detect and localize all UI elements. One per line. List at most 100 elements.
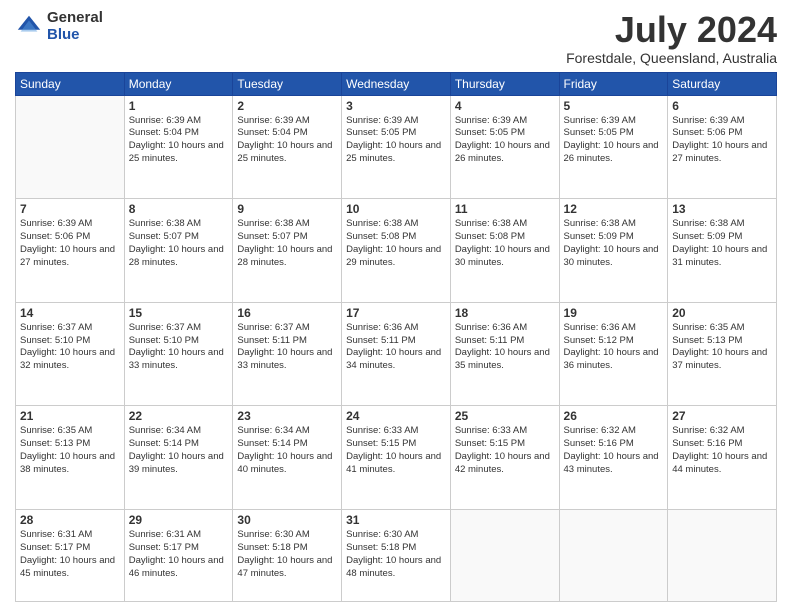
calendar-cell: [668, 510, 777, 602]
day-number: 20: [672, 306, 772, 320]
day-info: Sunrise: 6:38 AM Sunset: 5:07 PM Dayligh…: [129, 218, 229, 269]
day-info: Sunrise: 6:30 AM Sunset: 5:18 PM Dayligh…: [237, 529, 337, 580]
calendar-week-row: 21 Sunrise: 6:35 AM Sunset: 5:13 PM Dayli…: [16, 406, 777, 510]
calendar-cell: 27 Sunrise: 6:32 AM Sunset: 5:16 PM Dayli…: [668, 406, 777, 510]
month-year: July 2024: [566, 10, 777, 50]
day-info: Sunrise: 6:33 AM Sunset: 5:15 PM Dayligh…: [346, 425, 446, 476]
calendar-cell: 31Sunrise: 6:30 AM Sunset: 5:18 PM Dayli…: [342, 510, 451, 602]
calendar-cell: 3Sunrise: 6:39 AM Sunset: 5:05 PM Daylig…: [342, 95, 451, 199]
day-info: Sunrise: 6:32 AM Sunset: 5:16 PM Dayligh…: [564, 425, 664, 476]
calendar-cell: 9 Sunrise: 6:38 AM Sunset: 5:07 PM Daylig…: [233, 199, 342, 303]
day-number: 17: [346, 306, 446, 320]
day-info: Sunrise: 6:35 AM Sunset: 5:13 PM Dayligh…: [20, 425, 120, 476]
calendar-cell: 2 Sunrise: 6:39 AM Sunset: 5:04 PM Daylig…: [233, 95, 342, 199]
day-info: Sunrise: 6:39 AM Sunset: 5:05 PM Dayligh…: [564, 115, 664, 166]
calendar-table: SundayMondayTuesdayWednesdayThursdayFrid…: [15, 72, 777, 602]
calendar-header-friday: Friday: [559, 72, 668, 95]
calendar-cell: 24 Sunrise: 6:33 AM Sunset: 5:15 PM Dayli…: [342, 406, 451, 510]
day-info: Sunrise: 6:36 AM Sunset: 5:11 PM Dayligh…: [455, 322, 555, 373]
calendar-cell: [16, 95, 125, 199]
calendar-cell: 4 Sunrise: 6:39 AM Sunset: 5:05 PM Daylig…: [450, 95, 559, 199]
location: Forestdale, Queensland, Australia: [566, 50, 777, 66]
logo-icon: [15, 13, 43, 41]
day-number: 25: [455, 409, 555, 423]
day-number: 8: [129, 202, 229, 216]
day-number: 9: [237, 202, 337, 216]
calendar-header-wednesday: Wednesday: [342, 72, 451, 95]
calendar-cell: 13 Sunrise: 6:38 AM Sunset: 5:09 PM Dayli…: [668, 199, 777, 303]
day-info: Sunrise: 6:39 AM Sunset: 5:05 PM Dayligh…: [455, 115, 555, 166]
day-info: Sunrise: 6:30 AM Sunset: 5:18 PM Dayligh…: [346, 529, 446, 580]
calendar-cell: 8 Sunrise: 6:38 AM Sunset: 5:07 PM Daylig…: [124, 199, 233, 303]
day-number: 18: [455, 306, 555, 320]
day-info: Sunrise: 6:39 AM Sunset: 5:06 PM Dayligh…: [20, 218, 120, 269]
day-number: 30: [237, 513, 337, 527]
day-info: Sunrise: 6:38 AM Sunset: 5:07 PM Dayligh…: [237, 218, 337, 269]
day-info: Sunrise: 6:32 AM Sunset: 5:16 PM Dayligh…: [672, 425, 772, 476]
calendar-cell: 19Sunrise: 6:36 AM Sunset: 5:12 PM Dayli…: [559, 302, 668, 406]
title-block: July 2024 Forestdale, Queensland, Austra…: [566, 10, 777, 66]
calendar-week-row: 7Sunrise: 6:39 AM Sunset: 5:06 PM Daylig…: [16, 199, 777, 303]
day-info: Sunrise: 6:36 AM Sunset: 5:11 PM Dayligh…: [346, 322, 446, 373]
day-number: 2: [237, 99, 337, 113]
day-number: 11: [455, 202, 555, 216]
day-info: Sunrise: 6:38 AM Sunset: 5:08 PM Dayligh…: [346, 218, 446, 269]
calendar-cell: 17 Sunrise: 6:36 AM Sunset: 5:11 PM Dayli…: [342, 302, 451, 406]
day-number: 3: [346, 99, 446, 113]
day-number: 12: [564, 202, 664, 216]
header: General Blue July 2024 Forestdale, Queen…: [15, 10, 777, 66]
day-info: Sunrise: 6:37 AM Sunset: 5:10 PM Dayligh…: [129, 322, 229, 373]
day-number: 1: [129, 99, 229, 113]
day-info: Sunrise: 6:39 AM Sunset: 5:04 PM Dayligh…: [129, 115, 229, 166]
day-number: 13: [672, 202, 772, 216]
calendar-cell: 28Sunrise: 6:31 AM Sunset: 5:17 PM Dayli…: [16, 510, 125, 602]
day-number: 5: [564, 99, 664, 113]
day-info: Sunrise: 6:39 AM Sunset: 5:04 PM Dayligh…: [237, 115, 337, 166]
calendar-cell: 1 Sunrise: 6:39 AM Sunset: 5:04 PM Daylig…: [124, 95, 233, 199]
calendar-header-thursday: Thursday: [450, 72, 559, 95]
calendar-week-row: 1 Sunrise: 6:39 AM Sunset: 5:04 PM Daylig…: [16, 95, 777, 199]
calendar-cell: 12 Sunrise: 6:38 AM Sunset: 5:09 PM Dayli…: [559, 199, 668, 303]
calendar-cell: 26 Sunrise: 6:32 AM Sunset: 5:16 PM Dayli…: [559, 406, 668, 510]
calendar-cell: 20Sunrise: 6:35 AM Sunset: 5:13 PM Dayli…: [668, 302, 777, 406]
day-info: Sunrise: 6:38 AM Sunset: 5:08 PM Dayligh…: [455, 218, 555, 269]
calendar-week-row: 14 Sunrise: 6:37 AM Sunset: 5:10 PM Dayli…: [16, 302, 777, 406]
calendar-cell: 30 Sunrise: 6:30 AM Sunset: 5:18 PM Dayli…: [233, 510, 342, 602]
calendar-cell: 10 Sunrise: 6:38 AM Sunset: 5:08 PM Dayli…: [342, 199, 451, 303]
calendar-cell: 7Sunrise: 6:39 AM Sunset: 5:06 PM Daylig…: [16, 199, 125, 303]
day-info: Sunrise: 6:34 AM Sunset: 5:14 PM Dayligh…: [237, 425, 337, 476]
day-number: 26: [564, 409, 664, 423]
day-info: Sunrise: 6:31 AM Sunset: 5:17 PM Dayligh…: [129, 529, 229, 580]
calendar-cell: 15 Sunrise: 6:37 AM Sunset: 5:10 PM Dayli…: [124, 302, 233, 406]
day-number: 6: [672, 99, 772, 113]
calendar-cell: 23Sunrise: 6:34 AM Sunset: 5:14 PM Dayli…: [233, 406, 342, 510]
day-number: 10: [346, 202, 446, 216]
logo: General Blue: [15, 10, 103, 43]
day-info: Sunrise: 6:33 AM Sunset: 5:15 PM Dayligh…: [455, 425, 555, 476]
logo-blue: Blue: [47, 27, 103, 44]
day-number: 28: [20, 513, 120, 527]
day-info: Sunrise: 6:37 AM Sunset: 5:10 PM Dayligh…: [20, 322, 120, 373]
day-number: 21: [20, 409, 120, 423]
calendar-week-row: 28 Sunrise: 6:31 AM Sunset: 5:17 PM Dayli…: [16, 510, 777, 602]
calendar-header-sunday: Sunday: [16, 72, 125, 95]
day-info: Sunrise: 6:38 AM Sunset: 5:09 PM Dayligh…: [564, 218, 664, 269]
day-number: 4: [455, 99, 555, 113]
day-number: 15: [129, 306, 229, 320]
logo-text: General Blue: [47, 10, 103, 43]
calendar-cell: 29Sunrise: 6:31 AM Sunset: 5:17 PM Dayli…: [124, 510, 233, 602]
calendar-cell: 16Sunrise: 6:37 AM Sunset: 5:11 PM Dayli…: [233, 302, 342, 406]
day-number: 16: [237, 306, 337, 320]
day-number: 14: [20, 306, 120, 320]
calendar-cell: 11 Sunrise: 6:38 AM Sunset: 5:08 PM Dayli…: [450, 199, 559, 303]
page: General Blue July 2024 Forestdale, Queen…: [0, 0, 792, 612]
calendar-cell: [559, 510, 668, 602]
calendar-cell: 5 Sunrise: 6:39 AM Sunset: 5:05 PM Daylig…: [559, 95, 668, 199]
calendar-cell: 21 Sunrise: 6:35 AM Sunset: 5:13 PM Dayli…: [16, 406, 125, 510]
day-number: 24: [346, 409, 446, 423]
calendar-cell: [450, 510, 559, 602]
day-info: Sunrise: 6:38 AM Sunset: 5:09 PM Dayligh…: [672, 218, 772, 269]
calendar-header-monday: Monday: [124, 72, 233, 95]
day-number: 27: [672, 409, 772, 423]
day-number: 19: [564, 306, 664, 320]
